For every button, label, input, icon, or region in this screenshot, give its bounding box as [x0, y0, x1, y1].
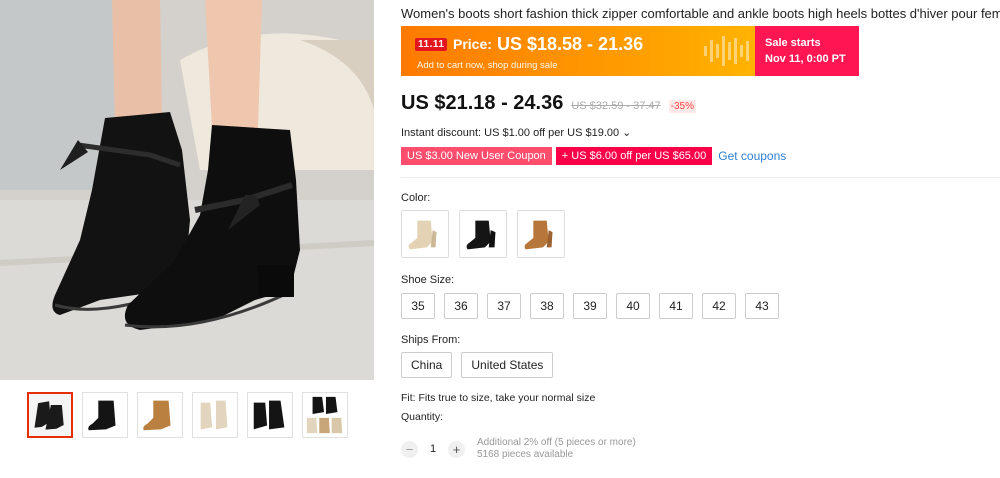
thumbnail-3[interactable] [137, 392, 183, 438]
quantity-increase-button[interactable]: + [448, 440, 465, 458]
bulk-discount-note: Additional 2% off (5 pieces or more) [477, 437, 636, 448]
quantity-info: Additional 2% off (5 pieces or more) 516… [477, 437, 636, 461]
fit-note: Fit: Fits true to size, take your normal… [401, 392, 596, 404]
discount-badge: -35% [668, 100, 696, 113]
color-option-brown[interactable] [517, 210, 565, 258]
size-option[interactable]: 40 [616, 293, 650, 319]
instant-discount-toggle[interactable]: Instant discount: US $1.00 off per US $1… [401, 126, 631, 139]
promo-price-panel: 11.11 Price: US $18.58 - 21.36 Add to ca… [401, 26, 755, 76]
ships-from-label: Ships From: [401, 334, 461, 346]
size-option[interactable]: 39 [573, 293, 607, 319]
thumbnail-4[interactable] [192, 392, 238, 438]
sale-countdown-panel: Sale starts Nov 11, 0:00 PT [755, 26, 859, 76]
color-label: Color: [401, 192, 431, 204]
sale-start-date: Nov 11, 0:00 PT [765, 53, 846, 65]
color-option-black[interactable] [459, 210, 507, 258]
shoe-size-label: Shoe Size: [401, 274, 455, 286]
size-option[interactable]: 41 [659, 293, 693, 319]
main-product-image[interactable] [0, 0, 374, 380]
get-coupons-link[interactable]: Get coupons [718, 149, 786, 163]
size-option[interactable]: 42 [702, 293, 736, 319]
thumbnail-6[interactable] [302, 392, 348, 438]
shoe-size-options: 35 36 37 38 39 40 41 42 43 [401, 293, 779, 319]
current-price: US $21.18 - 24.36 [401, 92, 564, 114]
promo-price: US $18.58 - 21.36 [497, 34, 644, 54]
coupon-row: US $3.00 New User Coupon + US $6.00 off … [401, 147, 786, 165]
quantity-label: Quantity: [401, 411, 444, 423]
sale-promo-banner: 11.11 Price: US $18.58 - 21.36 Add to ca… [401, 26, 859, 76]
section-divider [401, 177, 1000, 178]
color-option-beige[interactable] [401, 210, 449, 258]
ships-from-united-states[interactable]: United States [461, 352, 554, 378]
thumbnail-5[interactable] [247, 392, 293, 438]
price-row: US $21.18 - 24.36 US $32.59 - 37.47 -35% [401, 92, 696, 115]
promo-price-label: Price: [453, 36, 492, 52]
new-user-coupon[interactable]: US $3.00 New User Coupon [401, 147, 552, 165]
original-price: US $32.59 - 37.47 [571, 100, 661, 112]
color-options [401, 210, 565, 258]
quantity-value[interactable]: 1 [418, 443, 448, 455]
store-coupon[interactable]: + US $6.00 off per US $65.00 [555, 147, 713, 165]
sale-badge: 11.11 [415, 38, 448, 51]
promo-subtext: Add to cart now, shop during sale [417, 60, 558, 71]
stock-available: 5168 pieces available [477, 449, 574, 460]
sale-starts-label: Sale starts [765, 37, 821, 49]
thumbnail-1[interactable] [27, 392, 73, 438]
product-title: Women's boots short fashion thick zipper… [401, 6, 1000, 21]
size-option[interactable]: 43 [745, 293, 779, 319]
thumbnail-strip [27, 392, 348, 438]
size-option[interactable]: 38 [530, 293, 564, 319]
size-option[interactable]: 36 [444, 293, 478, 319]
quantity-stepper: − 1 + Additional 2% off (5 pieces or mor… [401, 437, 636, 461]
ships-from-china[interactable]: China [401, 352, 453, 378]
size-option[interactable]: 37 [487, 293, 521, 319]
promo-decoration [704, 32, 749, 70]
thumbnail-2[interactable] [82, 392, 128, 438]
size-option[interactable]: 35 [401, 293, 435, 319]
ships-from-options: China United States [401, 352, 554, 378]
quantity-decrease-button[interactable]: − [401, 440, 418, 458]
